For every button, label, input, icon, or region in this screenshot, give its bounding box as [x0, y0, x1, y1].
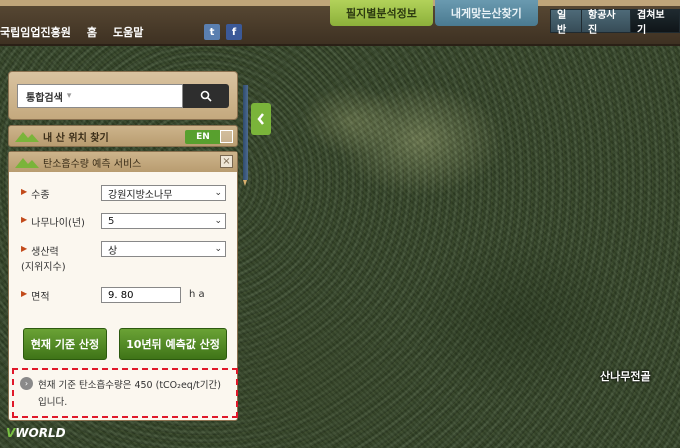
bullet-arrow-icon: ▶ — [21, 244, 28, 253]
area-unit: h a — [189, 289, 205, 300]
search-category-label: 통합검색 — [26, 92, 63, 104]
search-category-select[interactable]: 통합검색 ▾ — [17, 84, 183, 108]
chevron-down-icon: ⌄ — [214, 244, 222, 254]
view-aerial-button[interactable]: 항공사진 — [582, 10, 631, 36]
en-toggle-button[interactable]: EN — [185, 130, 221, 144]
header-nav: 국립임업진흥원 홈 도움말 — [0, 22, 159, 42]
facebook-icon[interactable]: f — [226, 24, 242, 40]
search-box: 통합검색 ▾ — [8, 71, 238, 120]
result-box: › 현재 기준 탄소흡수량은 450 (tCO₂eq/t기간) 입니다. — [12, 368, 238, 418]
location-finder-title: 내 산 위치 찾기 — [43, 132, 109, 144]
top-header: 국립임업진흥원 홈 도움말 t f 필지별분석정보 내게맞는산찾기 일반 항공사… — [0, 0, 680, 46]
area-input[interactable]: 9. 80 — [101, 287, 181, 303]
location-finder-bar[interactable]: 내 산 위치 찾기 EN — [8, 125, 238, 147]
left-panel: 통합검색 ▾ 내 산 위치 찾기 EN 탄소흡수량 예측 서비스 × ▶ 수종 … — [8, 71, 238, 421]
tab-find-mountain[interactable]: 내게맞는산찾기 — [434, 0, 538, 26]
map-place-label: 산나무전골 — [600, 370, 651, 383]
carbon-panel-title: 탄소흡수량 예측 서비스 — [43, 158, 142, 170]
species-select[interactable]: 강원지방소나무 ⌄ — [101, 185, 226, 201]
productivity-sub-label: (지위지수) — [21, 262, 66, 273]
result-line-2: 입니다. — [38, 397, 68, 408]
productivity-value: 상 — [108, 245, 118, 257]
panel-divider-pencil — [243, 85, 248, 186]
productivity-select[interactable]: 상 ⌄ — [101, 241, 226, 257]
nav-home-link[interactable]: 홈 — [87, 24, 97, 40]
main-tabs: 필지별분석정보 내게맞는산찾기 — [330, 0, 538, 26]
tab-parcel-analysis[interactable]: 필지별분석정보 — [330, 0, 433, 26]
map-view-buttons: 일반 항공사진 겹쳐보기 — [550, 9, 680, 36]
age-value: 5 — [108, 215, 115, 227]
twitter-icon[interactable]: t — [204, 24, 220, 40]
nav-org-link[interactable]: 국립임업진흥원 — [0, 24, 71, 40]
close-icon[interactable]: × — [220, 155, 233, 168]
species-label: 수종 — [31, 190, 50, 201]
bullet-arrow-icon: ▶ — [21, 215, 28, 224]
view-normal-button[interactable]: 일반 — [551, 10, 582, 36]
mountain-icon — [15, 132, 39, 142]
carbon-service-panel: 탄소흡수량 예측 서비스 × ▶ 수종 강원지방소나무 ⌄ ▶ 나무나이(년) 5 … — [8, 151, 238, 421]
expand-icon[interactable] — [220, 130, 233, 143]
species-row: ▶ 수종 — [21, 186, 101, 201]
carbon-panel-header: 탄소흡수량 예측 서비스 × — [9, 152, 237, 172]
nav-help-link[interactable]: 도움말 — [113, 24, 143, 40]
chevron-down-icon: ▾ — [66, 91, 72, 101]
chevron-left-icon — [257, 113, 264, 125]
area-label: 면적 — [31, 292, 50, 303]
vworld-logo: VWORLD — [6, 426, 66, 440]
productivity-row: ▶ 생산력 (지위지수) — [21, 243, 101, 273]
age-row: ▶ 나무나이(년) — [21, 214, 101, 229]
bullet-arrow-icon: ▶ — [21, 289, 28, 298]
calc-current-button[interactable]: 현재 기준 산정 — [23, 328, 107, 360]
view-overlay-button[interactable]: 겹쳐보기 — [631, 10, 679, 36]
chevron-down-icon: ⌄ — [214, 188, 222, 198]
age-select[interactable]: 5 ⌄ — [101, 213, 226, 229]
chevron-down-icon: ⌄ — [214, 216, 222, 226]
panel-collapse-button[interactable] — [251, 103, 271, 135]
calc-future-button[interactable]: 10년뒤 예측값 산정 — [119, 328, 227, 360]
vworld-logo-text: WORLD — [15, 426, 66, 440]
productivity-label: 생산력 — [31, 247, 59, 258]
bullet-arrow-icon: ▶ — [21, 187, 28, 196]
search-icon — [200, 90, 212, 102]
result-line-1: 현재 기준 탄소흡수량은 450 (tCO₂eq/t기간) — [38, 380, 221, 391]
age-label: 나무나이(년) — [31, 218, 85, 229]
mountain-icon — [15, 158, 39, 168]
area-row: ▶ 면적 — [21, 288, 101, 303]
search-button[interactable] — [183, 84, 229, 108]
result-text: 현재 기준 탄소흡수량은 450 (tCO₂eq/t기간) 입니다. — [38, 377, 234, 411]
chevron-right-icon: › — [20, 377, 33, 390]
species-value: 강원지방소나무 — [108, 189, 173, 201]
